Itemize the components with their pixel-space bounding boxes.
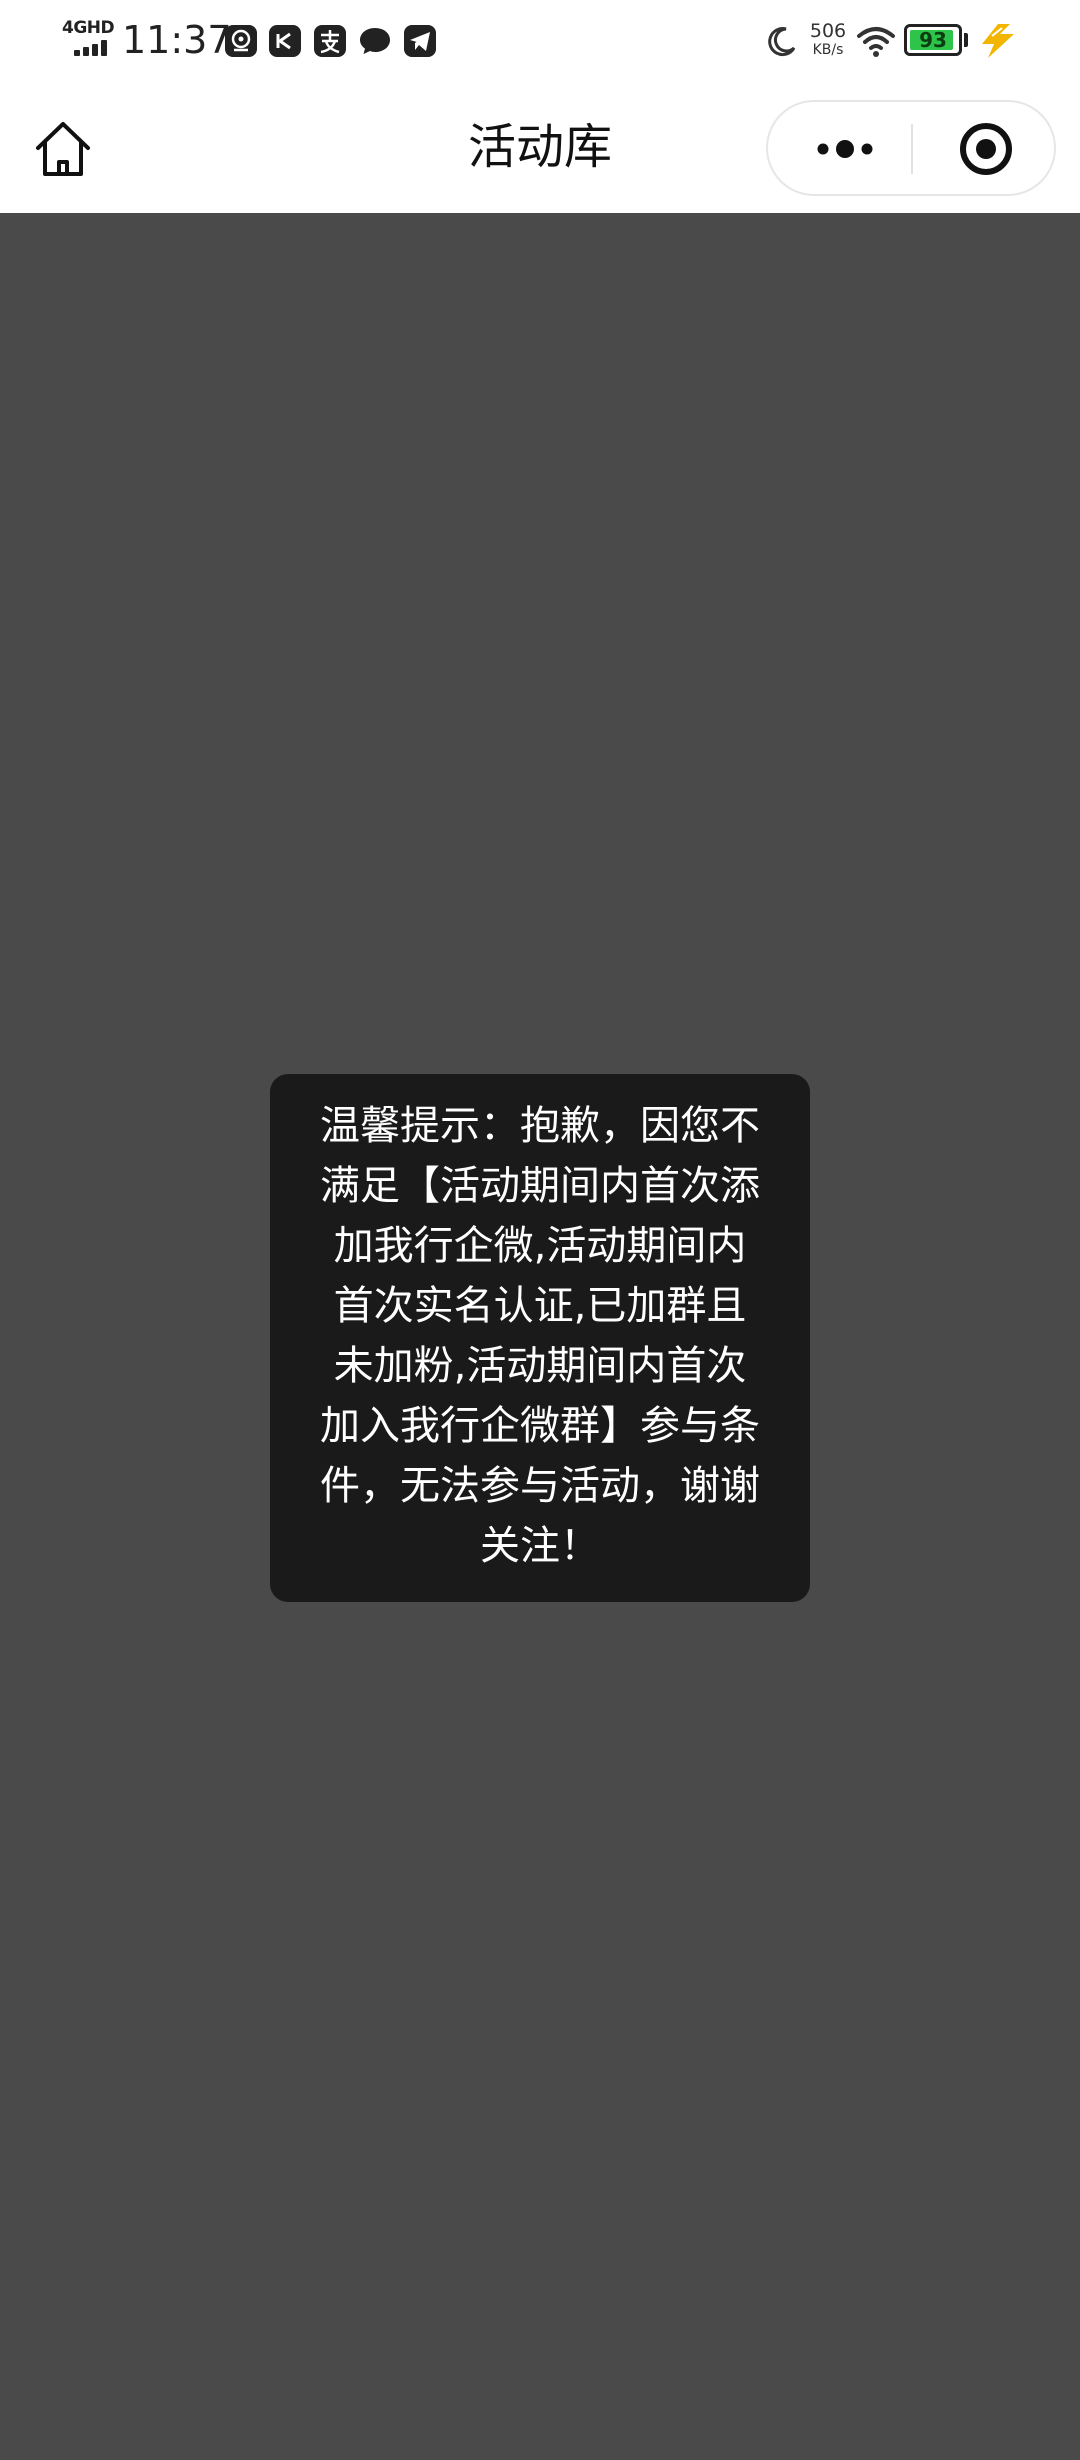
network-type-label: 4GHD [62,18,115,38]
status-bar: 4GHD 11:37 506 KB/s 93 [0,0,1080,82]
toast-line: 关注！ [480,1523,600,1569]
toast-line: 加我行企微,活动期间内 [333,1223,747,1269]
toast-message: 温馨提示：抱歉，因您不 满足【活动期间内首次添 加我行企微,活动期间内 首次实名… [270,1074,810,1602]
wifi-icon [857,27,895,57]
page-title: 活动库 [467,119,612,175]
mini-program-capsule [766,100,1056,196]
toast-line: 首次实名认证,已加群且 [333,1283,747,1329]
baidu-map-icon [225,25,257,57]
toast-line: 满足【活动期间内首次添 [320,1163,760,1209]
more-dots-icon[interactable] [790,114,900,184]
network-speed-unit: KB/s [812,42,844,58]
cellular-signal-icon: 4GHD [62,18,115,58]
toast-line: 未加粉,活动期间内首次 [333,1343,747,1389]
status-time: 11:37 [122,18,232,62]
moon-icon [768,27,796,57]
capcut-icon [269,25,301,57]
toast-line: 件，无法参与活动，谢谢 [320,1463,760,1509]
nav-bar: 活动库 [0,82,1080,213]
battery-indicator: 93 [904,24,962,56]
battery-cap [964,33,968,47]
lightning-icon [982,24,1014,58]
toast-line: 加入我行企微群】参与条 [320,1403,760,1449]
network-speed: 506 KB/s [806,20,850,58]
message-icon [360,28,390,54]
close-target-icon[interactable] [936,114,1036,184]
battery-level: 93 [919,28,947,52]
capsule-divider [911,124,913,174]
home-icon[interactable] [28,114,98,184]
alipay-icon [314,25,346,57]
telegram-icon [404,25,436,57]
network-speed-value: 506 [809,20,847,42]
toast-line: 温馨提示：抱歉，因您不 [320,1103,760,1149]
